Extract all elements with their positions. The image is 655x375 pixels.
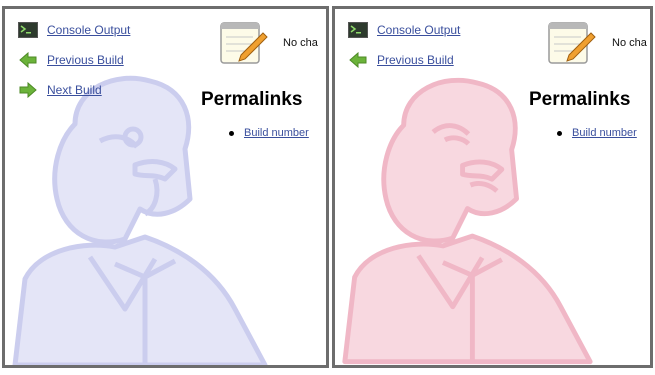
sidebar-nav: Console Output Previous Build Next Build: [17, 15, 130, 105]
next-build-link[interactable]: Next Build: [47, 83, 102, 97]
comparison-frame: Console Output Previous Build Next Build: [0, 0, 655, 375]
console-output-link[interactable]: Console Output: [47, 23, 130, 37]
permalinks-heading: Permalinks: [201, 89, 303, 110]
list-item: Build number: [229, 127, 309, 139]
sidebar-item-console-output[interactable]: Console Output: [347, 15, 460, 45]
notepad-icon: [548, 22, 596, 64]
bullet-icon: [229, 130, 234, 136]
build-number-link[interactable]: Build number: [572, 127, 637, 139]
arrow-left-icon: [347, 49, 369, 71]
terminal-icon: [347, 19, 369, 41]
arrow-left-icon: [17, 49, 39, 71]
sidebar-item-console-output[interactable]: Console Output: [17, 15, 130, 45]
right-panel: Console Output Previous Build No cha Per…: [332, 6, 653, 368]
changes-summary-text: No cha: [283, 37, 318, 49]
terminal-icon: [17, 19, 39, 41]
sidebar-item-previous-build[interactable]: Previous Build: [17, 45, 130, 75]
bullet-icon: [557, 130, 562, 136]
sidebar-item-next-build[interactable]: Next Build: [17, 75, 130, 105]
previous-build-link[interactable]: Previous Build: [47, 53, 124, 67]
permalinks-heading: Permalinks: [529, 89, 631, 110]
notepad-icon: [220, 22, 268, 64]
previous-build-link[interactable]: Previous Build: [377, 53, 454, 67]
arrow-right-icon: [17, 79, 39, 101]
list-item: Build number: [557, 127, 637, 139]
changes-summary-text: No cha: [612, 37, 647, 49]
console-output-link[interactable]: Console Output: [377, 23, 460, 37]
sidebar-nav: Console Output Previous Build: [347, 15, 460, 75]
build-number-link[interactable]: Build number: [244, 127, 309, 139]
left-panel: Console Output Previous Build Next Build: [2, 6, 329, 368]
sidebar-item-previous-build[interactable]: Previous Build: [347, 45, 460, 75]
